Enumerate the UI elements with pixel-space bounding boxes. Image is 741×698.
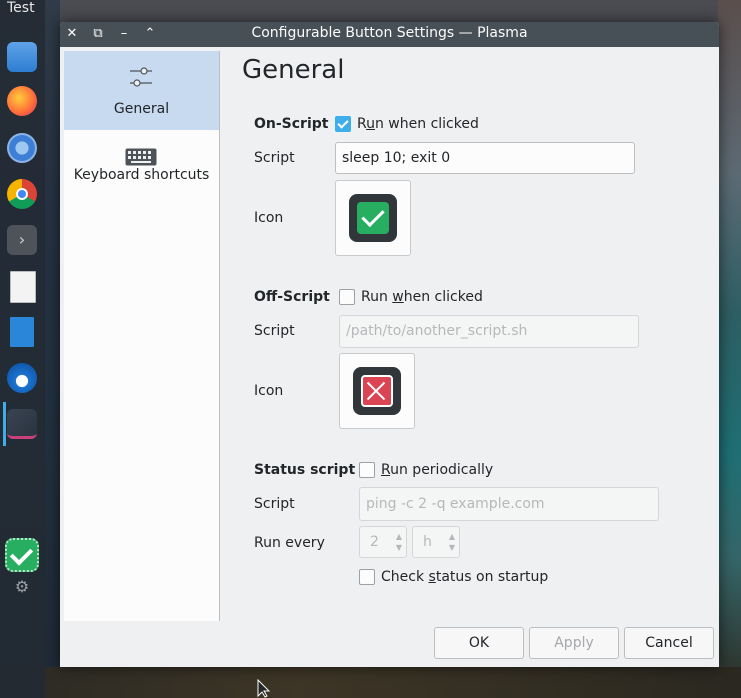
run-every-value: 2 [370,534,379,550]
off-script-run-checkbox[interactable] [339,289,355,305]
page-title: General [242,55,345,85]
sidebar-item-label: General [113,101,170,117]
run-every-unit: h [423,534,432,550]
off-script-icon-button[interactable] [339,353,415,429]
status-run-periodically-checkbox[interactable] [359,462,375,478]
ide-icon[interactable] [7,409,37,439]
on-script-script-input[interactable]: sleep 10; exit 0 [335,142,635,174]
run-every-label: Run every [254,535,325,551]
check-status-on-startup-checkbox[interactable] [359,569,375,585]
active-task-indicator [3,402,6,446]
icon-tile [353,367,401,415]
run-every-unit-spinbox[interactable]: h ▲ ▼ [412,526,460,558]
text-editor-icon[interactable] [10,271,36,303]
keyboard-icon [125,148,157,166]
on-script-run-checkbox[interactable] [335,116,351,132]
x-icon [361,375,393,407]
chrome-icon[interactable] [7,179,37,209]
firefox-icon[interactable] [7,86,37,116]
settings-gear-icon[interactable]: ⚙ [13,578,31,596]
spin-arrows-icon[interactable]: ▲ ▼ [449,531,455,553]
chromium-icon[interactable] [7,133,37,163]
status-script-input[interactable]: ping -c 2 -q example.com [359,487,659,521]
run-every-value-spinbox[interactable]: 2 ▲ ▼ [359,526,407,558]
category-sidebar: General Keyboard shortcuts [64,51,220,621]
off-script-section-label: Off-Script [254,289,330,305]
on-script-section-label: On-Script [254,116,329,132]
document-icon[interactable] [10,317,34,347]
apply-button[interactable]: Apply [529,627,619,659]
on-script-script-label: Script [254,150,295,166]
on-script-icon-button[interactable] [335,180,411,256]
sidebar-item-general[interactable]: General [64,51,219,130]
on-script-run-label[interactable]: Run when clicked [357,116,479,132]
off-script-icon-label: Icon [254,383,284,399]
cancel-button[interactable]: Cancel [624,627,714,659]
thunderbird-icon[interactable] [7,363,37,393]
check-status-on-startup-label[interactable]: Check status on startup [381,569,548,585]
ok-button[interactable]: OK [434,627,524,659]
panel-title: Test [7,0,35,16]
spin-arrows-icon[interactable]: ▲ ▼ [396,531,402,553]
sidebar-item-label: Keyboard shortcuts [73,167,210,183]
status-script-section-label: Status script [254,462,356,478]
desktop-wallpaper-right [718,0,741,698]
status-script-label: Script [254,496,295,512]
terminal-icon[interactable]: › [7,225,37,255]
side-panel: Test › ⚙ [0,0,45,698]
titlebar: ✕ ⧉ – ⌃ Configurable Button Settings — P… [60,22,719,47]
icon-tile [349,194,397,242]
mouse-cursor-icon [257,679,271,698]
status-run-periodically-label[interactable]: Run periodically [381,462,493,478]
off-script-script-label: Script [254,323,295,339]
sidebar-item-keyboard-shortcuts[interactable]: Keyboard shortcuts [64,130,219,209]
off-script-run-label[interactable]: Run when clicked [361,289,483,305]
settings-window: ✕ ⧉ – ⌃ Configurable Button Settings — P… [60,22,719,667]
folder-icon[interactable] [7,42,37,72]
window-title: Configurable Button Settings — Plasma [251,25,528,41]
sliders-icon [130,67,152,87]
on-script-icon-label: Icon [254,210,284,226]
check-icon [357,202,389,234]
off-script-script-input[interactable]: /path/to/another_script.sh [339,315,639,348]
desktop-wallpaper-bottom [0,667,741,698]
configurable-button-icon[interactable] [5,538,39,572]
